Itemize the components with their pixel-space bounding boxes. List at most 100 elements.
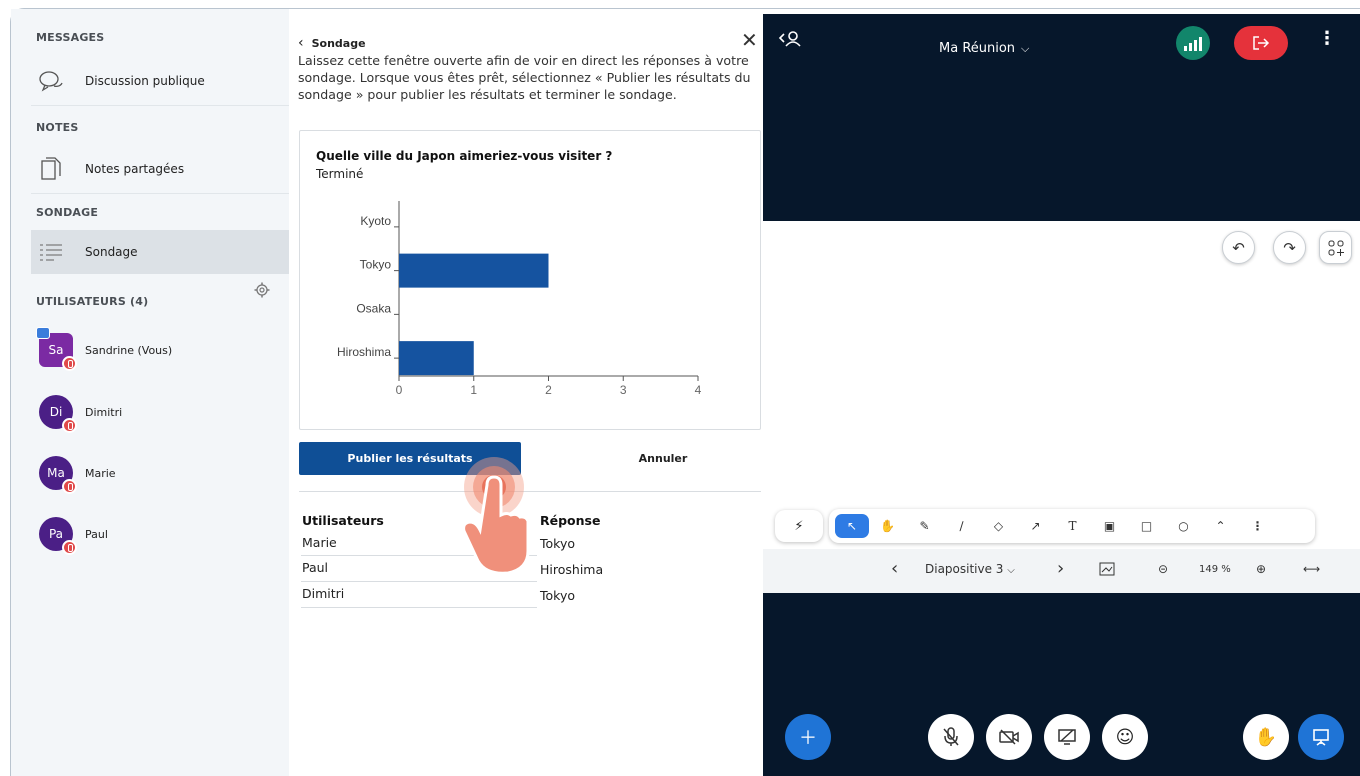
chart-x-tick-label: 0 xyxy=(396,383,403,397)
fit-width-icon[interactable]: ⟷ xyxy=(1303,562,1320,576)
raised-hand-icon xyxy=(62,479,77,494)
chevron-down-icon: ⌵ xyxy=(1021,41,1030,55)
zoom-level: 149 % xyxy=(1199,564,1231,575)
poll-results-chart: Kyoto Tokyo Osaka Hiroshima 0 1 2 3 4 xyxy=(337,201,702,397)
notes-heading: NOTES xyxy=(36,121,79,134)
sidebar: MESSAGES Discussion publique NOTES Notes… xyxy=(11,9,289,776)
chart-bar xyxy=(399,341,474,376)
user-item[interactable]: Sa Sandrine (Vous) xyxy=(36,327,173,371)
cancel-button[interactable]: Annuler xyxy=(544,442,782,475)
user-item[interactable]: Di Dimitri xyxy=(39,392,123,433)
user-list-toggle-icon[interactable] xyxy=(778,30,802,52)
user-item[interactable]: Ma Marie xyxy=(39,453,116,494)
camera-off-button[interactable] xyxy=(986,714,1032,760)
next-slide-icon[interactable]: › xyxy=(1057,558,1064,579)
leave-meeting-button[interactable] xyxy=(1234,26,1288,60)
avatar: Ma xyxy=(39,456,77,494)
notes-icon xyxy=(31,156,71,182)
table-cell-user: Paul xyxy=(302,560,329,575)
eraser-tool-icon[interactable]: ◇ xyxy=(980,514,1017,538)
ellipse-tool-icon[interactable]: ○ xyxy=(1165,514,1202,538)
meeting-area: Ma Réunion ⌵ ⋮ ↶ ↷ ⚡ ↖ ✋ ✎ ∕ ◇ ↗ T ▣ □ ○… xyxy=(763,14,1360,776)
select-tool-icon[interactable]: ↖ xyxy=(835,514,869,538)
toolbar-toggle-icon[interactable]: ⚡ xyxy=(775,510,823,542)
microphone-muted-button[interactable] xyxy=(928,714,974,760)
sidebar-item-public-chat[interactable]: Discussion publique xyxy=(31,59,289,103)
whiteboard[interactable]: ↶ ↷ ⚡ ↖ ✋ ✎ ∕ ◇ ↗ T ▣ □ ○ ⌃ ⋮ ‹ Diaposit… xyxy=(763,221,1360,593)
sidebar-item-poll[interactable]: Sondage xyxy=(31,230,289,274)
raised-hand-icon xyxy=(62,540,77,555)
note-tool-icon[interactable]: ▣ xyxy=(1091,514,1128,538)
leave-icon xyxy=(1253,36,1270,50)
meeting-title[interactable]: Ma Réunion ⌵ xyxy=(939,41,1029,56)
undo-icon[interactable]: ↶ xyxy=(1222,231,1255,264)
close-icon[interactable]: ✕ xyxy=(741,28,758,52)
hand-tool-icon[interactable]: ✋ xyxy=(869,514,906,538)
list-icon xyxy=(31,242,71,262)
table-cell-answer: Tokyo xyxy=(540,588,575,603)
table-cell-user: Marie xyxy=(302,535,337,550)
reactions-emoji-button[interactable]: ☺ xyxy=(1102,714,1148,760)
sidebar-item-shared-notes[interactable]: Notes partagées xyxy=(31,147,289,191)
slide-selector[interactable]: Diapositive 3 ⌵ xyxy=(925,562,1015,576)
avatar: Sa xyxy=(36,327,77,371)
redo-icon[interactable]: ↷ xyxy=(1273,231,1306,264)
table-cell-answer: Hiroshima xyxy=(540,562,604,577)
presenter-icon xyxy=(36,327,50,339)
table-row-divider xyxy=(301,607,537,608)
chart-x-tick-label: 4 xyxy=(695,383,702,397)
arrow-tool-icon[interactable]: ↗ xyxy=(1017,514,1054,538)
chart-x-tick-label: 2 xyxy=(545,383,552,397)
rectangle-tool-icon[interactable]: □ xyxy=(1128,514,1165,538)
chevron-down-icon: ⌵ xyxy=(1007,565,1015,576)
zoom-in-icon[interactable]: ⊕ xyxy=(1256,562,1266,576)
action-bar: ＋ ☺ ✋ xyxy=(763,704,1360,776)
divider xyxy=(31,105,289,106)
text-tool-icon[interactable]: T xyxy=(1054,514,1091,538)
poll-panel-title: Sondage xyxy=(311,36,366,50)
chart-bar xyxy=(399,253,549,288)
chart-category-label: Tokyo xyxy=(360,258,392,272)
actions-plus-button[interactable]: ＋ xyxy=(785,714,831,760)
avatar: Pa xyxy=(39,517,77,555)
table-header-answer: Réponse xyxy=(540,513,601,528)
gear-icon[interactable] xyxy=(254,282,272,300)
chevron-left-icon: ‹ xyxy=(298,35,304,51)
fit-page-icon[interactable] xyxy=(1099,562,1115,579)
user-name: Dimitri xyxy=(85,405,123,419)
raise-hand-button[interactable]: ✋ xyxy=(1243,714,1289,760)
chart-category-label: Osaka xyxy=(356,301,391,315)
meeting-header: Ma Réunion ⌵ ⋮ xyxy=(763,14,1360,64)
slide-navigation: ‹ Diapositive 3 ⌵ › ⊝ 149 % ⊕ ⟷ xyxy=(763,549,1360,593)
more-options-icon[interactable]: ⋮ xyxy=(1318,28,1336,49)
presentation-button[interactable] xyxy=(1298,714,1344,760)
drawing-toolbar: ↖ ✋ ✎ ∕ ◇ ↗ T ▣ □ ○ ⌃ ⋮ xyxy=(829,509,1315,543)
zoom-out-icon[interactable]: ⊝ xyxy=(1158,562,1168,576)
connection-status-icon[interactable] xyxy=(1176,26,1210,60)
chevron-up-icon[interactable]: ⌃ xyxy=(1202,514,1239,538)
chart-x-tick-label: 1 xyxy=(470,383,477,397)
poll-description: Laissez cette fenêtre ouverte afin de vo… xyxy=(298,53,751,102)
divider xyxy=(31,193,289,194)
poll-back-button[interactable]: ‹ Sondage xyxy=(298,35,366,51)
poll-chart-card: Quelle ville du Japon aimeriez-vous visi… xyxy=(299,130,761,430)
sidebar-item-label: Sondage xyxy=(85,245,138,259)
screen-share-off-button[interactable] xyxy=(1044,714,1090,760)
chat-icon xyxy=(31,69,71,93)
more-tools-icon[interactable]: ⋮ xyxy=(1239,514,1276,538)
chart-category-label: Kyoto xyxy=(360,214,391,228)
pencil-tool-icon[interactable]: ✎ xyxy=(906,514,943,538)
users-heading: UTILISATEURS (4) xyxy=(36,295,149,308)
user-name: Paul xyxy=(85,527,108,541)
user-name: Sandrine (Vous) xyxy=(85,343,173,357)
add-shape-icon[interactable] xyxy=(1319,231,1352,264)
raised-hand-icon xyxy=(62,356,77,371)
user-item[interactable]: Pa Paul xyxy=(39,514,108,555)
table-cell-user: Dimitri xyxy=(302,586,345,601)
chart-category-label: Hiroshima xyxy=(337,345,391,359)
user-name: Marie xyxy=(85,466,116,480)
poll-heading: SONDAGE xyxy=(36,206,99,219)
previous-slide-icon[interactable]: ‹ xyxy=(891,558,898,579)
marker-tool-icon[interactable]: ∕ xyxy=(943,514,980,538)
poll-panel: ‹ Sondage ✕ Laissez cette fenêtre ouvert… xyxy=(289,9,763,776)
